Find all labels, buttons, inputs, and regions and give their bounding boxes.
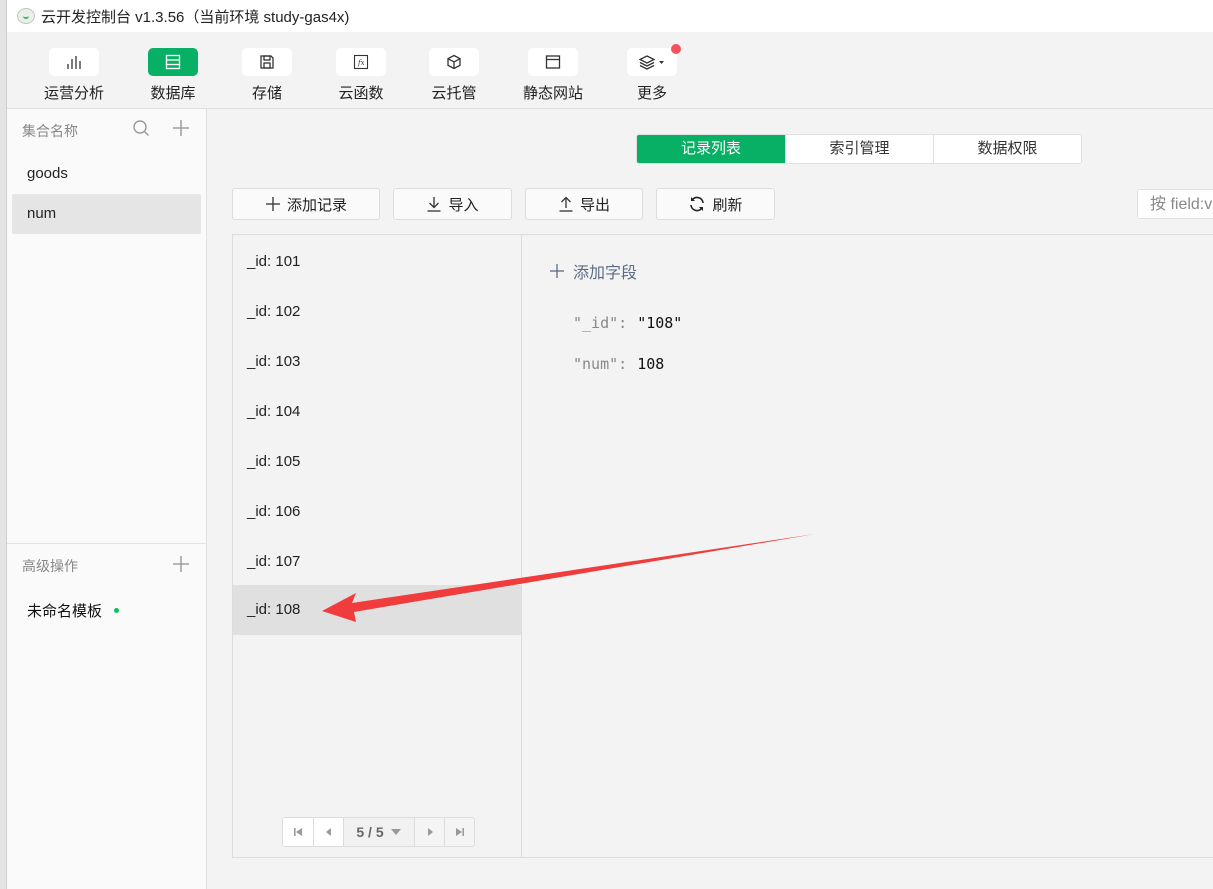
toolbar-label: 更多: [636, 85, 667, 102]
toolbar-label: 存储: [251, 85, 282, 102]
toolbar-item-database[interactable]: 数据库: [133, 48, 213, 103]
download-icon: [426, 196, 442, 212]
next-page-icon: [427, 828, 433, 836]
chevron-down-icon: [659, 61, 664, 64]
background-window-edge: [0, 0, 7, 889]
plus-icon: [550, 264, 564, 278]
tab-index-management[interactable]: 索引管理: [785, 135, 933, 163]
main-toolbar: 运营分析 数据库 存储 fx 云函数 云托管 静态网站 更多: [7, 32, 1213, 109]
toolbar-item-more[interactable]: 更多: [612, 44, 692, 103]
toolbar-label: 云函数: [338, 85, 384, 102]
field-value: "108": [637, 314, 683, 332]
record-item[interactable]: _id: 104: [233, 387, 521, 437]
toolbar-item-cloud-functions[interactable]: fx 云函数: [321, 48, 401, 103]
import-button[interactable]: 导入: [393, 188, 512, 220]
add-record-button[interactable]: 添加记录: [232, 188, 380, 220]
view-tabs: 记录列表 索引管理 数据权限: [636, 134, 1082, 164]
collection-item-num[interactable]: num: [12, 194, 201, 234]
record-detail: 添加字段 "_id": "108" "num": 108: [523, 235, 1213, 857]
prev-page-button[interactable]: [313, 818, 343, 846]
add-record-label: 添加记录: [286, 196, 347, 214]
toolbar-item-static-website[interactable]: 静态网站: [513, 48, 593, 103]
refresh-icon: [688, 195, 706, 213]
field-value: 108: [637, 355, 665, 373]
tab-data-permissions[interactable]: 数据权限: [933, 135, 1081, 163]
function-icon: fx: [336, 48, 386, 76]
advanced-header: 高级操作: [22, 558, 78, 574]
toolbar-item-storage[interactable]: 存储: [227, 48, 307, 103]
page-select[interactable]: 5 / 5: [343, 818, 414, 846]
template-name: 未命名模板: [27, 603, 103, 620]
field-key: "_id":: [573, 314, 628, 332]
search-icon[interactable]: [132, 119, 150, 142]
export-label: 导出: [579, 196, 610, 214]
add-template-icon[interactable]: [172, 555, 190, 578]
page-indicator: 5 / 5: [356, 824, 384, 840]
record-item[interactable]: _id: 107: [233, 537, 521, 587]
add-collection-icon[interactable]: [172, 119, 190, 142]
title-bar: 云开发控制台 v1.3.56（当前环境 study-gas4x): [7, 0, 1213, 32]
import-label: 导入: [448, 196, 479, 214]
svg-text:fx: fx: [357, 59, 365, 67]
data-panel: _id: 101 _id: 102 _id: 103 _id: 104 _id:…: [232, 234, 1213, 858]
notification-badge: [671, 44, 681, 54]
first-page-button[interactable]: [283, 818, 313, 846]
field-key: "num":: [573, 355, 628, 373]
window-title: 云开发控制台 v1.3.56（当前环境 study-gas4x): [41, 8, 350, 26]
record-item[interactable]: _id: 101: [233, 237, 521, 287]
cube-icon: [429, 48, 479, 76]
toolbar-label: 数据库: [150, 85, 196, 102]
bar-chart-icon: [49, 48, 99, 76]
first-page-icon: [294, 828, 302, 836]
pagination: 5 / 5: [282, 817, 475, 847]
record-item-selected[interactable]: _id: 108: [233, 585, 521, 635]
last-page-icon: [455, 828, 464, 836]
tab-record-list[interactable]: 记录列表: [637, 135, 785, 163]
plus-icon: [265, 196, 281, 212]
refresh-button[interactable]: 刷新: [656, 188, 775, 220]
add-field-button[interactable]: 添加字段: [549, 259, 637, 283]
toolbar-label: 运营分析: [43, 85, 104, 102]
query-input[interactable]: 按 field:value 查询: [1137, 189, 1213, 219]
next-page-button[interactable]: [414, 818, 444, 846]
record-item[interactable]: _id: 106: [233, 487, 521, 537]
field-row[interactable]: "_id": "108": [573, 314, 682, 332]
collection-item-goods[interactable]: goods: [12, 154, 201, 194]
template-item[interactable]: 未命名模板: [27, 600, 120, 621]
last-page-button[interactable]: [444, 818, 474, 846]
toolbar-label: 云托管: [431, 85, 477, 102]
refresh-label: 刷新: [712, 196, 743, 214]
record-item[interactable]: _id: 105: [233, 437, 521, 487]
upload-icon: [558, 196, 574, 212]
status-dot: [114, 608, 120, 613]
layers-icon: [627, 48, 677, 76]
database-icon: [148, 48, 198, 76]
prev-page-icon: [325, 828, 331, 836]
chevron-down-icon: [390, 829, 401, 835]
toolbar-item-cloud-hosting[interactable]: 云托管: [414, 48, 494, 103]
collections-header: 集合名称: [22, 123, 78, 139]
toolbar-label: 静态网站: [522, 85, 583, 102]
app-logo-icon: [17, 8, 35, 24]
record-item[interactable]: _id: 103: [233, 337, 521, 387]
field-row[interactable]: "num": 108: [573, 355, 664, 373]
toolbar-item-analytics[interactable]: 运营分析: [34, 48, 114, 103]
record-list: _id: 101 _id: 102 _id: 103 _id: 104 _id:…: [233, 235, 522, 857]
record-actions: 添加记录 导入 导出 刷新: [232, 188, 788, 220]
browser-window-icon: [528, 48, 578, 76]
collections-sidebar: 集合名称 goods num 高级操作 未命名模板: [7, 109, 207, 889]
add-field-label: 添加字段: [573, 265, 638, 282]
export-button[interactable]: 导出: [525, 188, 643, 220]
record-item[interactable]: _id: 102: [233, 287, 521, 337]
save-icon: [242, 48, 292, 76]
sidebar-divider: [7, 543, 206, 544]
